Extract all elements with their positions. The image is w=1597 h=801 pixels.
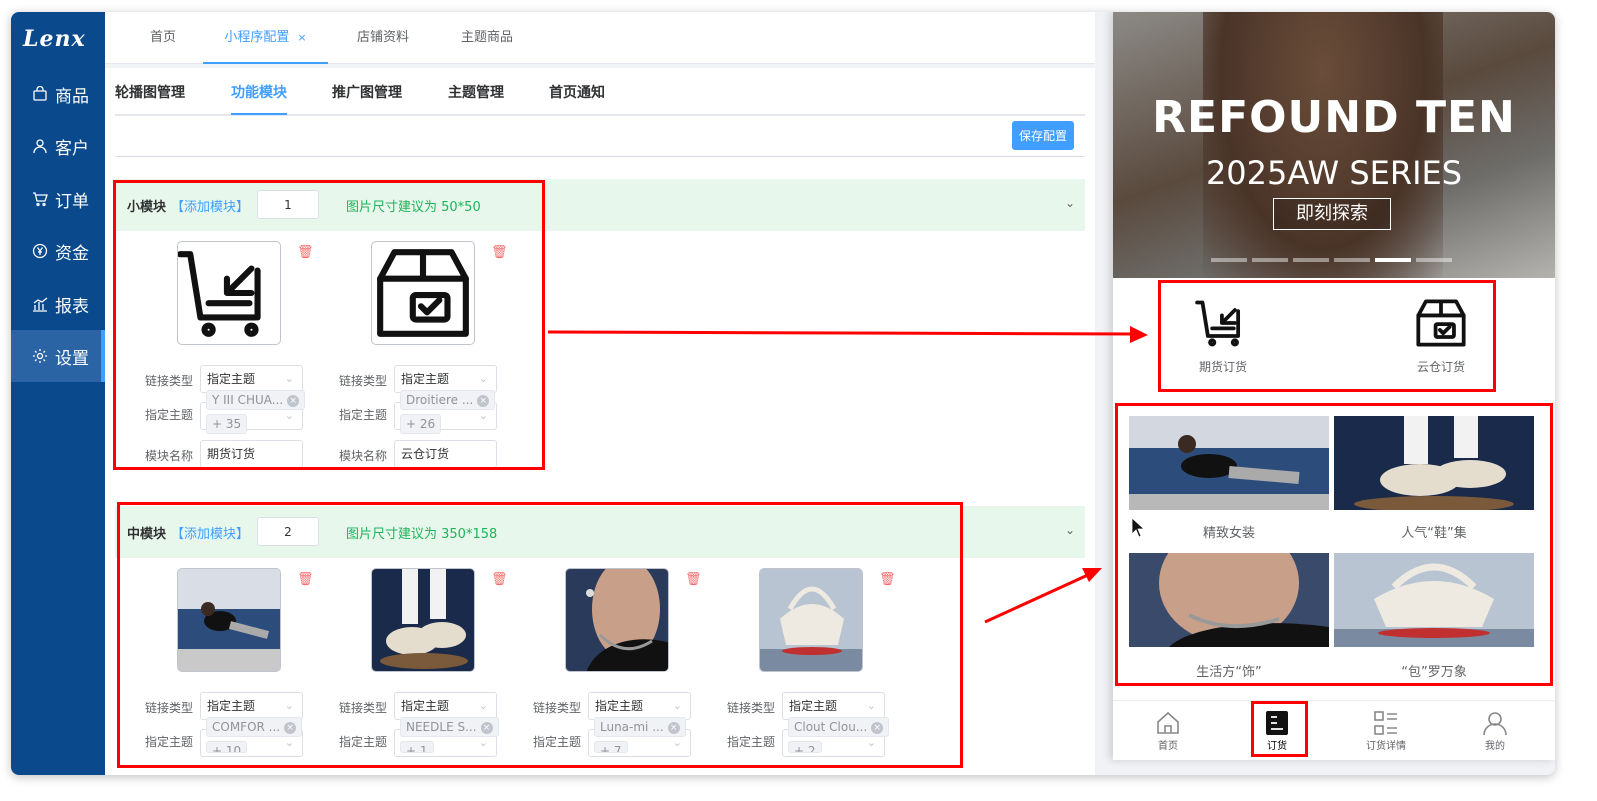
- annotation-arrows: [547, 326, 1148, 624]
